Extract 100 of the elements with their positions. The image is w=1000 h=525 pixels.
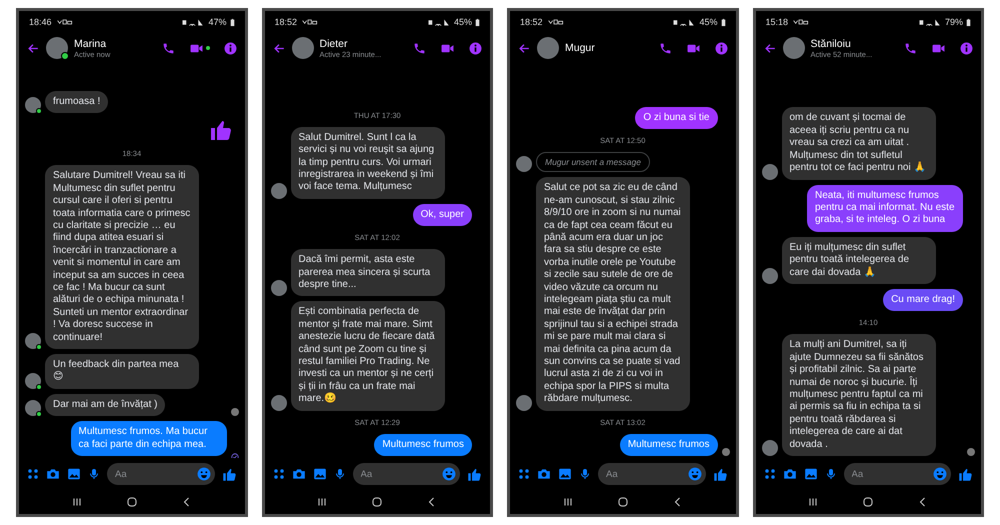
- signal-icons: [181, 18, 206, 26]
- message-bubble: Dar mai am de învățat ): [45, 394, 166, 416]
- unsent-notice: Mugur unsent a message: [536, 152, 650, 172]
- microphone-icon[interactable]: [88, 467, 100, 481]
- contact-avatar[interactable]: [46, 37, 68, 59]
- microphone-icon[interactable]: [334, 467, 346, 481]
- info-icon[interactable]: [224, 42, 236, 54]
- thumbs-up-icon[interactable]: [222, 466, 236, 482]
- apps-grid-icon[interactable]: [764, 468, 776, 480]
- signal-icons: [918, 18, 942, 26]
- active-dot: [206, 46, 210, 50]
- battery-icon: [475, 18, 480, 26]
- message-bubble: om de cuvant și tocmai de aceea iți scriu pentru ca nu vreau sa crezi ca am uitat . Mulțumesc din tot sufletul pentru tot ce faci pentru noi 🙏: [782, 107, 936, 180]
- contact-name: Mugur: [565, 42, 596, 54]
- apps-grid-icon[interactable]: [518, 468, 530, 480]
- status-time: 15:18: [766, 17, 788, 27]
- battery-icon: [966, 18, 971, 26]
- message-bubble: Eu iți mulțumesc din suflet pentru toată intelegerea de care dai dovada 🙏: [782, 236, 936, 284]
- camera-icon[interactable]: [292, 467, 306, 481]
- notification-icons: [54, 18, 75, 26]
- notification-icons: [546, 18, 566, 26]
- message-bubble: Cu mare drag!: [883, 288, 963, 312]
- recent-apps-icon[interactable]: [562, 496, 574, 508]
- message-bubble: O zi buna si tie: [635, 106, 718, 130]
- back-arrow-icon[interactable]: [272, 42, 286, 54]
- battery-percentage: 47%: [208, 17, 226, 27]
- home-icon[interactable]: [616, 496, 629, 508]
- battery-percentage: 79%: [944, 17, 963, 27]
- contact-name: Stăniloiu: [810, 38, 852, 50]
- battery-icon: [720, 18, 726, 26]
- phone-call-icon[interactable]: [904, 42, 917, 54]
- battery-icon: [230, 18, 234, 26]
- video-camera-icon[interactable]: [188, 42, 204, 54]
- status-time: 18:46: [29, 17, 52, 27]
- status-time: 18:52: [274, 17, 298, 27]
- phone-call-icon[interactable]: [658, 42, 672, 54]
- emoji-icon[interactable]: [442, 467, 456, 481]
- back-arrow-icon[interactable]: [518, 42, 531, 54]
- status-time: 18:52: [520, 17, 543, 27]
- message-bubble: Multumesc frumos: [374, 434, 472, 456]
- thumbs-up-icon[interactable]: [712, 466, 728, 482]
- message-bubble: Salut ce pot sa zic eu de când ne-am cunoscut, si stau zilnic 8/9/10 ore in zoom si nu numai ca de fapt cea ceam făcut eu până acum era duar un joc fara sa stiu despre ce este vorba inutile orele pe Youtube si zecile sau sutele de ore de video văzute ca orcum nu intelegeam piața știu ca mult mai este de învățat dar prin sprijinul tau si a echipei strada mi se pare mult mai clara si mai definita ca pina acum da sun convins ca se puate si vad lucrul asta zi de zi cu voi in echipa spor la PIPS si multa răbdare mulțumesc.: [536, 177, 690, 411]
- recent-apps-icon[interactable]: [70, 496, 83, 508]
- message-bubble: Multumesc frumos: [620, 434, 718, 456]
- camera-icon[interactable]: [537, 467, 551, 481]
- message-field[interactable]: Aa: [844, 463, 951, 485]
- image-icon[interactable]: [67, 467, 81, 481]
- message-bubble: La mulți ani Dumitrel, sa iți ajute Dumnezeu sa fii sănătos și profitabil zilnic. Sa ai parte numai de noroc și bucurie. Îți mulțumesc pentru faptul ca mi ai permis sa fiu in echipa ta si pentru toată răbdarea si intelegerea de care ai dat dovada .: [782, 334, 936, 456]
- contact-avatar[interactable]: [537, 37, 559, 59]
- back-arrow-icon[interactable]: [27, 42, 40, 54]
- apps-grid-icon[interactable]: [272, 468, 284, 480]
- back-arrow-icon[interactable]: [764, 42, 776, 54]
- contact-avatar[interactable]: [782, 37, 804, 59]
- online-dot: [36, 108, 42, 114]
- home-icon[interactable]: [371, 496, 384, 508]
- emoji-icon[interactable]: [196, 467, 210, 481]
- info-icon[interactable]: [469, 42, 482, 54]
- video-camera-icon[interactable]: [931, 42, 946, 54]
- message-bubble: Un feedback din partea mea 😊: [45, 354, 199, 389]
- emoji-icon[interactable]: [688, 467, 702, 481]
- emoji-icon[interactable]: [933, 467, 947, 481]
- signal-icons: [426, 18, 451, 26]
- contact-avatar[interactable]: [292, 37, 314, 59]
- contact-name: Marina: [74, 38, 108, 50]
- message-field[interactable]: Aa: [598, 463, 706, 485]
- info-icon[interactable]: [960, 42, 973, 54]
- camera-icon[interactable]: [46, 467, 60, 481]
- message-bubble: frumoasa !: [45, 90, 108, 114]
- message-bubble: Ok, super: [412, 204, 472, 226]
- message-bubble: Salut Dumitrel. Sunt l ca la servici și nu voi reuşit sa ajung la timp pentru curs. Voi urmari inregistrarea in weekend și îmi voi face tema. Mulțumesc: [290, 126, 444, 199]
- online-dot: [36, 411, 42, 418]
- info-icon[interactable]: [714, 42, 728, 54]
- image-icon[interactable]: [804, 467, 818, 481]
- video-camera-icon[interactable]: [686, 42, 700, 54]
- video-camera-icon[interactable]: [440, 42, 455, 54]
- message-bubble: Neata, iti multumesc frumos pentru ca mai informat. Nu este graba, si te inteleg. O zi buna: [807, 184, 963, 232]
- message-bubble: Salutare Dumitrel! Vreau sa iti Multumesc din suflet pentru cursul care il oferi si pentru toata informatia care o primesc cu claritate si precizie … eu fiind dupa atitea esuari si încercări in tranzactionare a venit si momentul in care am inceput sa am succes in ceea ce fac ! Ma bucur ca sunt alături de o echipa minunata ! Sunteti un mentor extraordinar ! Va doresc succese in continuare!: [45, 165, 199, 349]
- phone-call-icon[interactable]: [162, 42, 174, 54]
- online-dot: [36, 344, 42, 350]
- image-icon[interactable]: [558, 467, 572, 481]
- thumbs-up-icon[interactable]: [467, 466, 482, 482]
- contact-name: Dieter: [320, 38, 349, 50]
- image-icon[interactable]: [312, 467, 326, 481]
- phone-call-icon[interactable]: [413, 42, 426, 54]
- message-field[interactable]: Aa: [352, 463, 460, 485]
- thumbs-up-icon[interactable]: [958, 466, 973, 482]
- recent-apps-icon[interactable]: [316, 496, 328, 508]
- recent-apps-icon[interactable]: [807, 496, 820, 508]
- message-field[interactable]: Aa: [107, 463, 214, 485]
- online-dot: [36, 384, 42, 390]
- battery-percentage: 45%: [699, 17, 718, 27]
- home-icon[interactable]: [126, 496, 138, 508]
- home-icon[interactable]: [862, 496, 874, 508]
- apps-grid-icon[interactable]: [27, 468, 39, 480]
- online-dot: [61, 52, 69, 60]
- battery-percentage: 45%: [454, 17, 472, 27]
- signal-icons: [672, 18, 696, 26]
- camera-icon[interactable]: [782, 467, 796, 481]
- microphone-icon[interactable]: [824, 467, 836, 481]
- microphone-icon[interactable]: [579, 467, 591, 481]
